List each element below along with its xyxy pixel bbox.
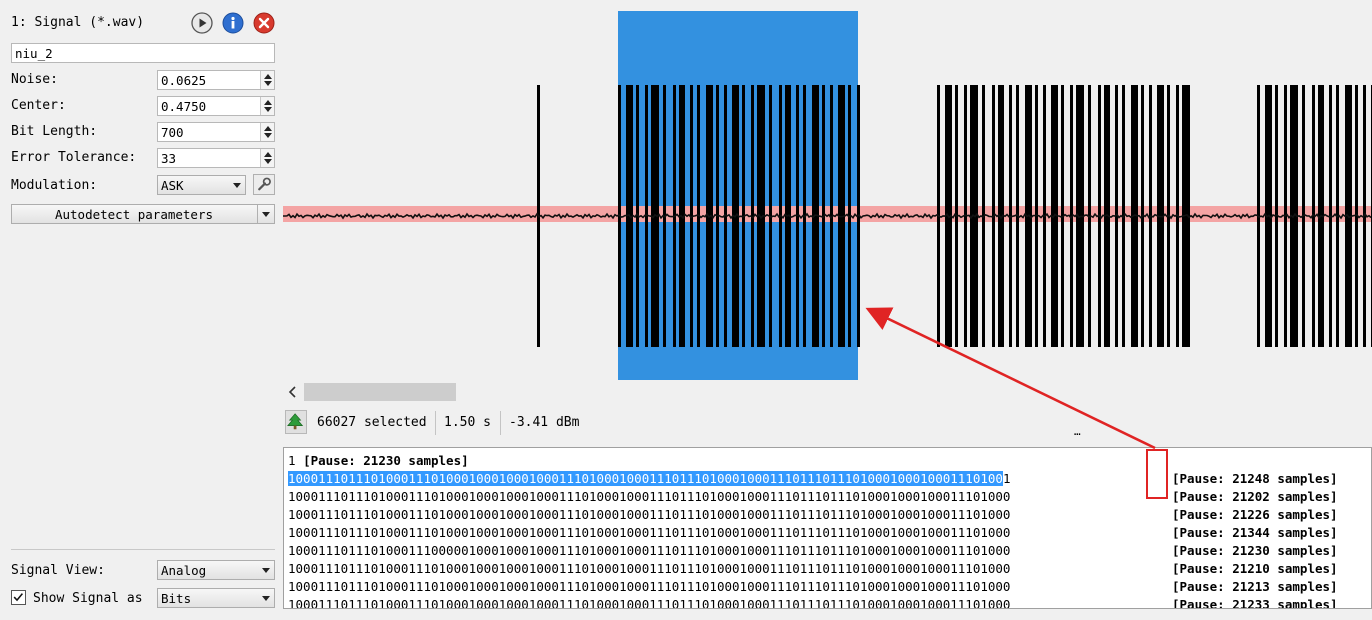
show-signal-label: Show Signal as (33, 591, 143, 606)
chevron-down-icon[interactable] (262, 212, 270, 217)
modulation-value: ASK (161, 178, 184, 193)
bits-value: 1000111011101000111010001000100010001110… (288, 489, 1011, 504)
pause-info: [Pause: 21248 samples] (1172, 470, 1338, 488)
pause-text: [Pause: 21230 samples] (1172, 543, 1338, 558)
center-spinbox[interactable]: 0.4750 (157, 96, 275, 116)
modulation-label: Modulation: (11, 178, 98, 193)
noise-value: 0.0625 (161, 73, 207, 88)
bits-line: 1000111011101000111010001000100010001110… (288, 578, 1010, 596)
pause-info: [Pause: 21233 samples] (1172, 596, 1338, 609)
bits-value: 1000111011101000111010001000100010001110… (288, 525, 1011, 540)
signal-view-value: Analog (161, 563, 207, 578)
info-circle-icon (222, 12, 244, 34)
divider (11, 549, 275, 550)
divider (435, 411, 436, 435)
chevron-left-icon[interactable] (283, 382, 303, 402)
signal-view-select[interactable]: Analog (157, 560, 275, 580)
signal-parameters-panel: 1: Signal (*.wav) niu_2 Noise: 0.0625 Ce… (0, 0, 283, 620)
bits-line: 1000111011101000111010001000100010001110… (288, 560, 1010, 578)
error-tolerance-spinbox[interactable]: 33 (157, 148, 275, 168)
error-tolerance-label: Error Tolerance: (11, 150, 137, 165)
bits-line: 1 [Pause: 21230 samples] (288, 452, 469, 470)
error-tolerance-value: 33 (161, 151, 177, 166)
close-circle-icon (253, 12, 275, 34)
bits-line: 1000111011101000111010001000100010001110… (288, 488, 1010, 506)
demodulated-bits-view[interactable]: 1 [Pause: 21230 samples] 100011101110100… (283, 447, 1372, 609)
autodetect-parameters-button[interactable]: Autodetect parameters (11, 204, 275, 224)
pause-info: [Pause: 21202 samples] (1172, 488, 1338, 506)
chevron-down-icon (262, 568, 270, 573)
divider (500, 411, 501, 435)
chevron-down-icon (233, 183, 241, 188)
waveform-scrollbar[interactable] (283, 382, 1372, 402)
bits-line: 1000111011101000111010001000100010001110… (288, 470, 1010, 488)
show-signal-as-value: Bits (161, 591, 192, 606)
selection-duration: 1.50 s (444, 415, 491, 430)
bits-line: 1000111011101000111010001000100010001110… (288, 524, 1010, 542)
pause-text: [Pause: 21233 samples] (1172, 597, 1338, 609)
pause-text: [Pause: 21226 samples] (1172, 507, 1338, 522)
show-signal-as-select[interactable]: Bits (157, 588, 275, 608)
close-signal-button[interactable] (253, 12, 275, 34)
signal-header: 1: Signal (*.wav) (11, 15, 145, 30)
bits-line: 1000111011101000111010001000100010001110… (288, 596, 1011, 609)
pause-text: [Pause: 21344 samples] (1172, 525, 1338, 540)
pause-info: [Pause: 21230 samples] (303, 453, 469, 468)
signal-name-value: niu_2 (15, 46, 53, 61)
play-button[interactable] (191, 12, 213, 34)
autodetect-label: Autodetect parameters (54, 207, 214, 222)
spin-arrows-icon[interactable] (260, 123, 274, 141)
line-index: 1 (288, 453, 296, 468)
bits-line: 1000111011101000111000001000100010001110… (288, 542, 1010, 560)
crop-selection-button[interactable] (285, 410, 307, 434)
bit-length-spinbox[interactable]: 700 (157, 122, 275, 142)
chevron-down-icon (262, 596, 270, 601)
spin-arrows-icon[interactable] (260, 97, 274, 115)
bits-value: 1000111011101000111000001000100010001110… (288, 543, 1011, 558)
wrench-icon (258, 177, 271, 191)
pause-info: [Pause: 21210 samples] (1172, 560, 1338, 578)
scrollbar-thumb[interactable] (304, 383, 456, 401)
modulation-select[interactable]: ASK (157, 175, 246, 195)
signal-name-input[interactable]: niu_2 (11, 43, 275, 63)
bit-length-value: 700 (161, 125, 184, 140)
info-button[interactable] (222, 12, 244, 34)
pause-text: [Pause: 21202 samples] (1172, 489, 1338, 504)
pause-text: [Pause: 21213 samples] (1172, 579, 1338, 594)
pause-info: [Pause: 21344 samples] (1172, 524, 1338, 542)
divider (257, 205, 258, 223)
show-signal-checkbox[interactable] (11, 590, 26, 605)
modulation-settings-button[interactable] (253, 174, 275, 195)
noise-band (283, 206, 1372, 222)
noise-spinbox[interactable]: 0.0625 (157, 70, 275, 90)
selected-bits: 1000111011101000111010001000100010001110… (288, 471, 1003, 486)
selection-power: -3.41 dBm (509, 415, 580, 430)
bits-value: 1000111011101000111010001000100010001110… (288, 597, 1011, 609)
spin-arrows-icon[interactable] (260, 71, 274, 89)
center-label: Center: (11, 98, 66, 113)
pause-info: [Pause: 21213 samples] (1172, 578, 1338, 596)
signal-waveform-view[interactable] (283, 0, 1372, 382)
splitter-grip[interactable]: … (1074, 426, 1081, 438)
bit-length-label: Bit Length: (11, 124, 98, 139)
play-circle-icon (191, 12, 213, 34)
pause-text: [Pause: 21248 samples] (1172, 471, 1338, 486)
selection-status-bar: 66027 selected 1.50 s -3.41 dBm … (283, 406, 1372, 438)
spin-arrows-icon[interactable] (260, 149, 274, 167)
signal-view-label: Signal View: (11, 563, 105, 578)
bits-tail: 1 (1002, 471, 1011, 486)
selected-samples: 66027 selected (317, 415, 427, 430)
bits-value: 1000111011101000111010001000100010001110… (288, 507, 1011, 522)
center-value: 0.4750 (161, 99, 207, 114)
noise-label: Noise: (11, 72, 58, 87)
bits-value: 1000111011101000111010001000100010001110… (288, 561, 1011, 576)
bits-line: 1000111011101000111010001000100010001110… (288, 506, 1010, 524)
pause-text: [Pause: 21210 samples] (1172, 561, 1338, 576)
pause-info: [Pause: 21230 samples] (1172, 542, 1338, 560)
pause-info: [Pause: 21226 samples] (1172, 506, 1338, 524)
waveform-canvas[interactable] (283, 0, 1372, 382)
bits-value: 1000111011101000111010001000100010001110… (288, 579, 1011, 594)
checkmark-icon (13, 593, 24, 602)
tree-icon (287, 413, 304, 430)
